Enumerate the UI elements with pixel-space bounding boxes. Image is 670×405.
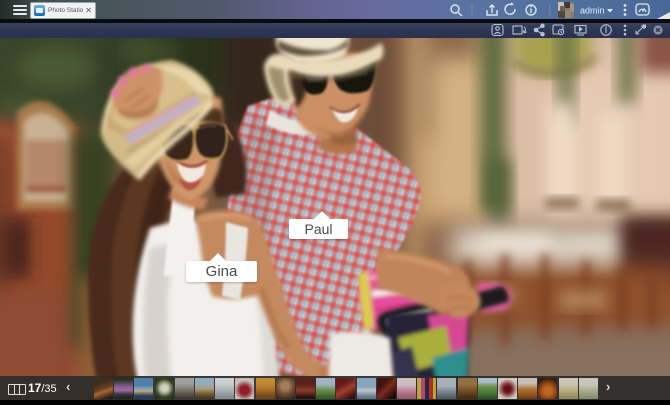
svg-text:admin: admin (580, 6, 605, 16)
